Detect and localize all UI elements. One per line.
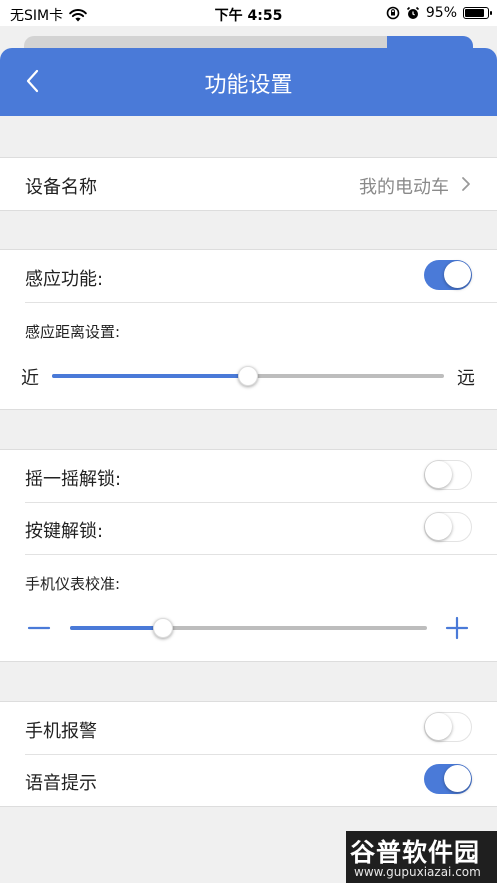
calibration-slider-fill: [70, 626, 163, 630]
voice-prompt-row: 语音提示: [0, 754, 497, 806]
battery-icon: [463, 7, 492, 19]
phone-alarm-row: 手机报警: [0, 702, 497, 754]
device-name-value: 我的电动车: [359, 177, 449, 198]
distance-slider-fill: [52, 374, 248, 378]
distance-slider-thumb[interactable]: [238, 366, 258, 386]
minus-icon[interactable]: [27, 616, 51, 640]
phone-alarm-toggle[interactable]: [424, 712, 472, 742]
battery-fill: [465, 9, 484, 17]
page-title: 功能设置: [204, 73, 293, 98]
divider: [25, 554, 497, 555]
distance-max-label: 远: [457, 368, 475, 389]
nav-bar: 功能设置: [0, 48, 497, 116]
toggle-knob: [444, 261, 471, 288]
alarm-clock-icon: [406, 6, 419, 19]
voice-prompt-label: 语音提示: [25, 773, 97, 794]
status-bar-right: 95%: [386, 5, 492, 21]
toggle-knob: [425, 513, 452, 540]
toggle-knob: [425, 713, 452, 740]
alerts-group: 手机报警 语音提示: [0, 701, 497, 807]
device-name-row[interactable]: 设备名称 我的电动车: [0, 158, 497, 210]
toggle-knob: [425, 461, 452, 488]
status-bar: 无SIM卡 下午 4:55 95%: [0, 0, 497, 26]
sensing-group: 感应功能: 感应距离设置: 近 远: [0, 249, 497, 410]
button-unlock-row: 按键解锁:: [0, 502, 497, 554]
battery-percent: 95%: [425, 5, 457, 21]
chevron-right-icon: [462, 177, 470, 191]
rotation-lock-icon: [386, 6, 400, 20]
device-name-label: 设备名称: [25, 177, 97, 198]
button-unlock-label: 按键解锁:: [25, 521, 104, 542]
watermark-url: www.gupuxiazai.com: [354, 865, 481, 879]
shake-unlock-toggle[interactable]: [424, 460, 472, 490]
sensing-toggle[interactable]: [424, 260, 472, 290]
watermark-brand: 谷普软件园: [350, 838, 481, 867]
calibration-slider-thumb[interactable]: [152, 618, 173, 638]
distance-min-label: 近: [21, 368, 39, 389]
calibration-label: 手机仪表校准:: [25, 575, 121, 593]
phone-alarm-label: 手机报警: [25, 721, 97, 742]
toggle-knob: [444, 765, 471, 792]
calibration-slider-row: [0, 608, 497, 648]
shake-unlock-row: 摇一摇解锁:: [0, 450, 497, 502]
plus-icon[interactable]: [445, 616, 469, 640]
unlock-group: 摇一摇解锁: 按键解锁: 手机仪表校准:: [0, 449, 497, 662]
calibration-slider-track[interactable]: [70, 626, 427, 630]
divider: [25, 302, 497, 303]
watermark: 谷普软件园 www.gupuxiazai.com: [346, 831, 497, 883]
distance-setting-label: 感应距离设置:: [25, 323, 121, 341]
device-group: 设备名称 我的电动车: [0, 157, 497, 211]
sensing-row: 感应功能:: [0, 250, 497, 302]
distance-slider-row: 近 远: [0, 356, 497, 396]
voice-prompt-toggle[interactable]: [424, 764, 472, 794]
sensing-label: 感应功能:: [25, 269, 104, 290]
shake-unlock-label: 摇一摇解锁:: [25, 469, 122, 490]
button-unlock-toggle[interactable]: [424, 512, 472, 542]
